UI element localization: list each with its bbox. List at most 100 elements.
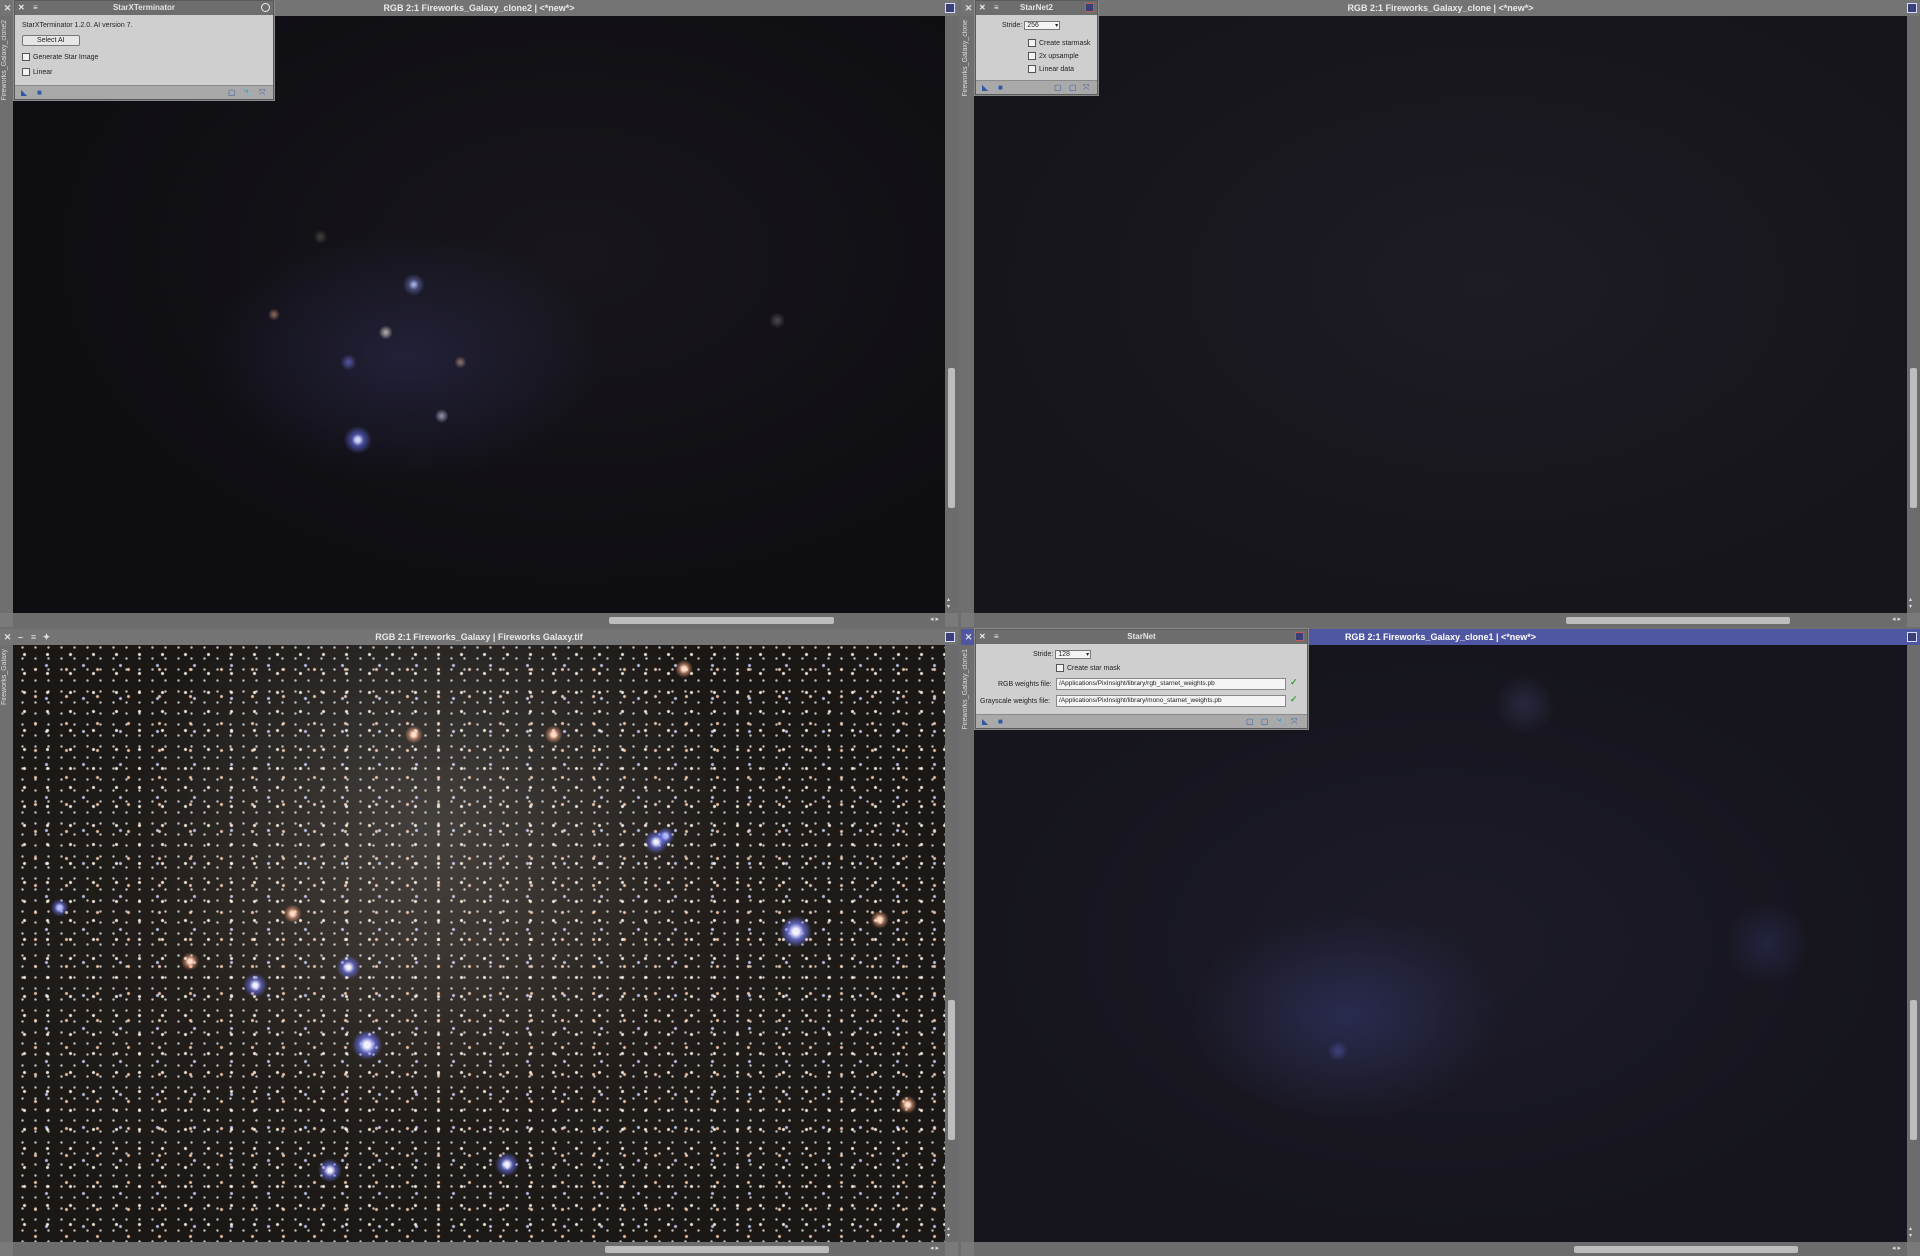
reset-icon[interactable]: ⤧ [1291, 717, 1297, 726]
process-icon[interactable] [1085, 3, 1094, 12]
close-icon[interactable]: ✕ [18, 3, 28, 12]
document-icon[interactable]: ▢ [1069, 83, 1077, 92]
view-id-label[interactable]: Fireworks_Galaxy_clone2 [1, 20, 8, 101]
right-arrow-icon[interactable]: ▸ [935, 1245, 941, 1252]
maximize-icon[interactable] [1907, 3, 1917, 13]
up-arrow-icon[interactable]: ▴ [1909, 597, 1912, 603]
horizontal-scrollbar[interactable]: ◂▸ [974, 1242, 1907, 1256]
minimize-icon[interactable]: – [16, 629, 25, 645]
window-titlebar[interactable]: ✕ – ≡ ✦ RGB 2:1 Fireworks_Galaxy | Firew… [0, 629, 958, 646]
up-arrow-icon[interactable]: ▴ [947, 1226, 950, 1232]
shade-icon[interactable]: ≡ [994, 632, 1002, 641]
scroll-thumb[interactable] [1566, 617, 1790, 624]
horizontal-scrollbar[interactable]: ◂▸ [13, 1242, 945, 1256]
close-icon[interactable]: ✕ [3, 629, 12, 645]
right-arrow-icon[interactable]: ▸ [1897, 1245, 1903, 1252]
gray-weights-input[interactable]: /Applications/PixInsight/library/mono_st… [1056, 695, 1286, 707]
window-titlebar[interactable]: ✕ ≡ RGB 2:1 Fireworks_Galaxy_clone | <*n… [961, 0, 1920, 17]
create-starmask-checkbox[interactable]: Create starmask [1028, 39, 1090, 47]
dialog-titlebar[interactable]: ✕ ≡ StarNet2 [976, 1, 1097, 15]
shade-icon[interactable]: ≡ [994, 3, 1002, 12]
shade-icon[interactable]: ≡ [29, 629, 38, 645]
edit-instance-wrench-icon[interactable]: 🔧 [243, 88, 253, 97]
image-window-bottom-left[interactable]: ✕ – ≡ ✦ RGB 2:1 Fireworks_Galaxy | Firew… [0, 629, 958, 1256]
select-ai-button[interactable]: Select AI [22, 35, 80, 46]
scroll-thumb[interactable] [948, 368, 955, 508]
vertical-scrollbar[interactable]: ▴ ▾ [1907, 645, 1920, 1242]
up-arrow-icon[interactable]: ▴ [1909, 1226, 1912, 1232]
view-id-label[interactable]: Fireworks_Galaxy [1, 649, 8, 705]
checkbox-box[interactable] [1028, 52, 1036, 60]
reset-icon[interactable]: ⤧ [1083, 83, 1089, 92]
apply-global-square-icon[interactable]: ■ [998, 83, 1003, 92]
down-arrow-icon[interactable]: ▾ [947, 604, 950, 610]
apply-global-square-icon[interactable]: ■ [37, 88, 42, 97]
scroll-thumb[interactable] [1910, 368, 1917, 508]
close-icon[interactable]: ✕ [979, 632, 989, 641]
checkbox-box[interactable] [22, 68, 30, 76]
document-icon[interactable]: ▢ [1261, 717, 1269, 726]
stride-select[interactable]: 128 ▾ [1055, 650, 1092, 659]
image-window-top-right[interactable]: ✕ ≡ RGB 2:1 Fireworks_Galaxy_clone | <*n… [961, 0, 1920, 627]
browse-documentation-icon[interactable]: ▢ [228, 88, 236, 97]
starnet-dialog[interactable]: ✕ ≡ StarNet Stride: 128 ▾ Create star mas… [975, 629, 1308, 729]
scroll-thumb[interactable] [609, 617, 834, 624]
up-arrow-icon[interactable]: ▴ [947, 597, 950, 603]
upsample-checkbox[interactable]: 2x upsample [1028, 52, 1079, 60]
starxterminator-dialog[interactable]: ✕ ≡ StarXTerminator StarXTerminator 1.2.… [14, 0, 274, 100]
rgb-weights-input[interactable]: /Applications/PixInsight/library/rgb_sta… [1056, 678, 1286, 690]
linear-data-checkbox[interactable]: Linear data [1028, 65, 1074, 73]
right-arrow-icon[interactable]: ▸ [1897, 616, 1903, 623]
down-arrow-icon[interactable]: ▾ [947, 1233, 950, 1239]
reset-circle-icon[interactable] [261, 3, 270, 12]
starnet2-dialog[interactable]: ✕ ≡ StarNet2 Stride: 256 ▾ Create starmas… [975, 0, 1098, 95]
image-view[interactable] [974, 16, 1907, 613]
vertical-scrollbar[interactable]: ▴ ▾ [945, 16, 958, 613]
edit-instance-wrench-icon[interactable]: 🔧 [1276, 717, 1286, 726]
view-id-label[interactable]: Fireworks_Galaxy_clone1 [962, 649, 969, 730]
dialog-titlebar[interactable]: ✕ ≡ StarNet [976, 630, 1307, 644]
down-arrow-icon[interactable]: ▾ [1909, 604, 1912, 610]
new-instance-triangle-icon[interactable]: ◣ [21, 88, 27, 97]
close-icon[interactable]: ✕ [979, 3, 989, 12]
vertical-scrollbar[interactable]: ▴ ▾ [945, 645, 958, 1242]
maximize-icon[interactable] [1907, 632, 1917, 642]
scroll-thumb[interactable] [1910, 1000, 1917, 1140]
image-view[interactable] [974, 645, 1907, 1242]
new-instance-triangle-icon[interactable]: ◣ [982, 717, 988, 726]
dialog-titlebar[interactable]: ✕ ≡ StarXTerminator [15, 1, 273, 15]
image-view[interactable] [13, 16, 945, 613]
chevron-down-icon[interactable]: ▾ [1055, 22, 1058, 29]
apply-global-square-icon[interactable]: ■ [998, 717, 1003, 726]
pin-icon[interactable]: ✦ [42, 629, 51, 645]
close-icon[interactable]: ✕ [964, 0, 973, 16]
horizontal-scrollbar[interactable]: ◂▸ [13, 613, 945, 627]
checkbox-box[interactable] [1028, 39, 1036, 47]
create-star-mask-checkbox[interactable]: Create star mask [1056, 664, 1120, 672]
chevron-down-icon[interactable]: ▾ [1086, 651, 1089, 658]
maximize-icon[interactable] [945, 632, 955, 642]
new-instance-triangle-icon[interactable]: ◣ [982, 83, 988, 92]
linear-checkbox[interactable]: Linear [22, 68, 52, 76]
close-icon[interactable]: ✕ [3, 0, 12, 16]
checkbox-box[interactable] [1028, 65, 1036, 73]
view-id-label[interactable]: Fireworks_Galaxy_clone [962, 20, 969, 97]
horizontal-scrollbar[interactable]: ◂▸ [974, 613, 1907, 627]
image-view[interactable] [13, 645, 945, 1242]
scroll-thumb[interactable] [1574, 1246, 1798, 1253]
browse-documentation-icon[interactable]: ▢ [1246, 717, 1254, 726]
scroll-thumb[interactable] [605, 1246, 829, 1253]
vertical-scrollbar[interactable]: ▴ ▾ [1907, 16, 1920, 613]
right-arrow-icon[interactable]: ▸ [935, 616, 941, 623]
reset-icon[interactable]: ⤧ [259, 88, 265, 97]
scroll-thumb[interactable] [948, 1000, 955, 1140]
checkbox-box[interactable] [1056, 664, 1064, 672]
browse-documentation-icon[interactable]: ▢ [1054, 83, 1062, 92]
checkbox-box[interactable] [22, 53, 30, 61]
shade-icon[interactable]: ≡ [33, 3, 41, 12]
down-arrow-icon[interactable]: ▾ [1909, 1233, 1912, 1239]
stride-select[interactable]: 256 ▾ [1024, 21, 1061, 30]
maximize-icon[interactable] [945, 3, 955, 13]
close-icon[interactable]: ✕ [964, 629, 973, 645]
process-icon[interactable] [1295, 632, 1304, 641]
